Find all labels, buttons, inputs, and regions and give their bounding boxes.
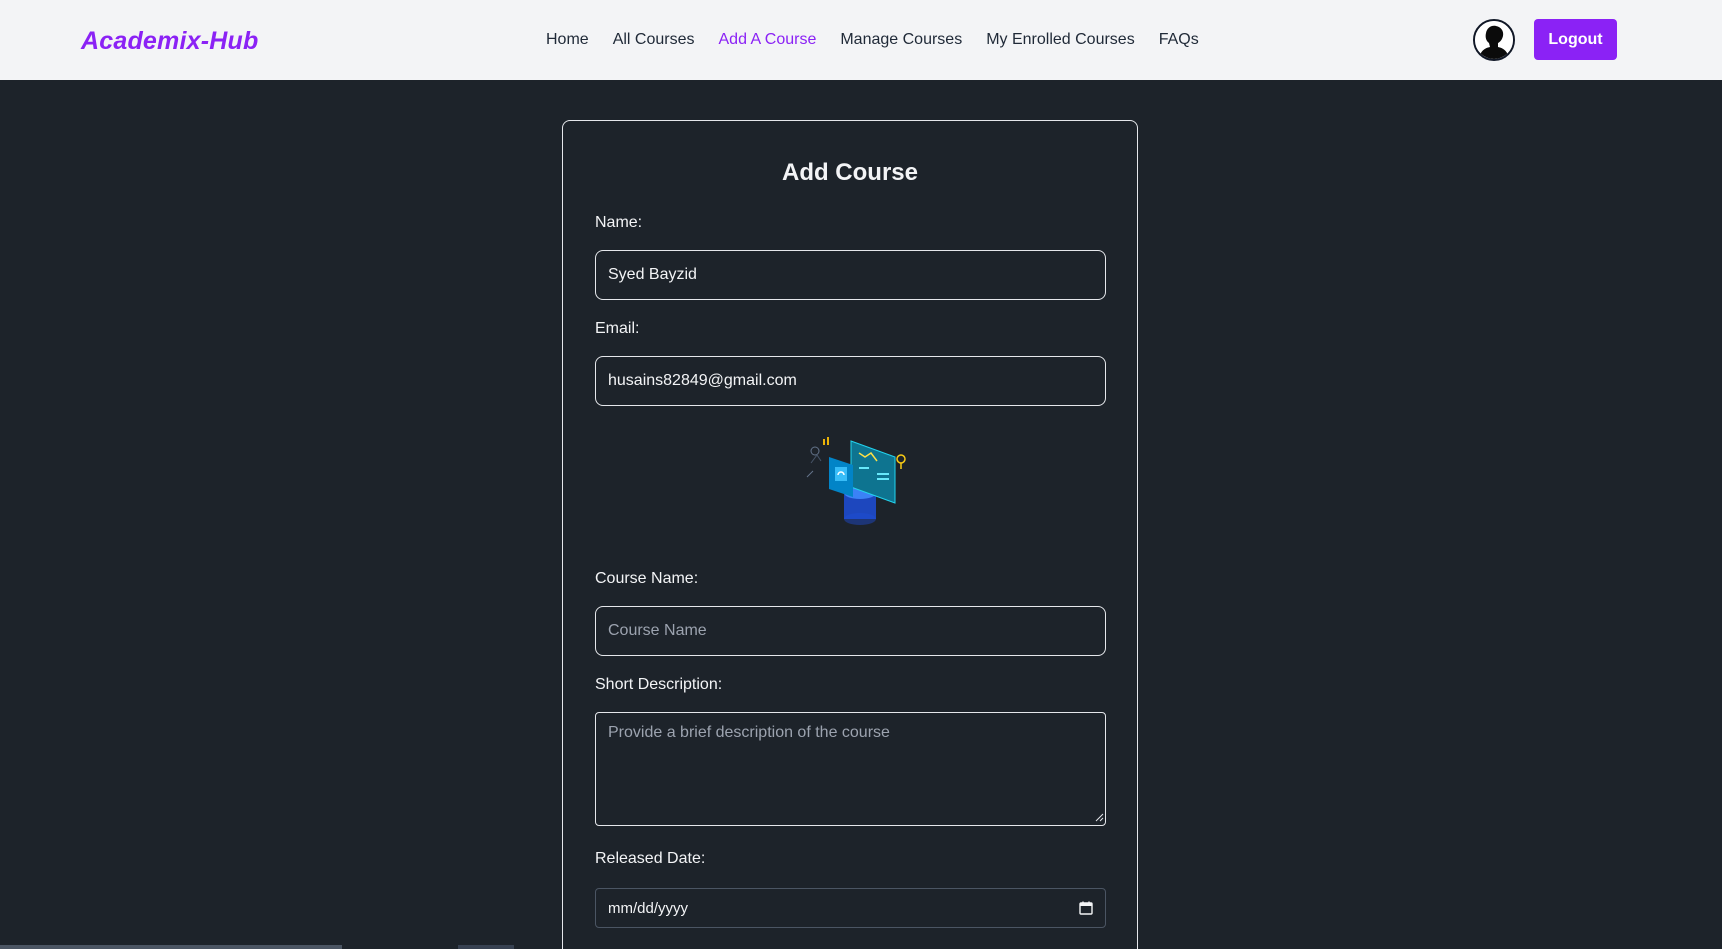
silhouette-icon — [1475, 21, 1513, 59]
nav-manage-courses[interactable]: Manage Courses — [840, 28, 962, 52]
name-label: Name: — [595, 214, 643, 231]
horizontal-scrollbar-thumb[interactable] — [0, 945, 342, 949]
nav-links: Home All Courses Add A Course Manage Cou… — [546, 28, 1199, 52]
course-name-input[interactable] — [595, 606, 1106, 656]
released-date-label: Released Date: — [595, 850, 706, 867]
nav-home[interactable]: Home — [546, 28, 589, 52]
course-name-label: Course Name: — [595, 570, 699, 587]
name-input[interactable] — [595, 250, 1106, 300]
navbar: Academix-Hub Home All Courses Add A Cour… — [0, 0, 1722, 80]
released-date-input[interactable]: mm/dd/yyyy — [595, 888, 1106, 928]
horizontal-scrollbar-segment — [458, 945, 514, 949]
nav-add-course[interactable]: Add A Course — [719, 28, 817, 52]
email-label: Email: — [595, 320, 640, 337]
short-description-label: Short Description: — [595, 676, 723, 693]
form-title: Add Course — [781, 159, 918, 186]
email-input[interactable] — [595, 356, 1106, 406]
online-learning-illustration — [806, 437, 906, 525]
nav-faqs[interactable]: FAQs — [1159, 28, 1199, 52]
short-description-textarea[interactable] — [595, 712, 1106, 826]
nav-my-enrolled-courses[interactable]: My Enrolled Courses — [986, 28, 1135, 52]
logout-button[interactable]: Logout — [1534, 19, 1617, 60]
date-placeholder: mm/dd/yyyy — [608, 899, 689, 917]
resize-grip-icon[interactable] — [1094, 812, 1104, 822]
user-avatar-icon[interactable] — [1473, 19, 1515, 61]
calendar-icon[interactable] — [1079, 901, 1093, 915]
nav-all-courses[interactable]: All Courses — [613, 28, 695, 52]
add-course-form: Add Course Name: Email: Course Name: Sho… — [562, 120, 1138, 949]
site-logo[interactable]: Academix-Hub — [81, 24, 258, 58]
